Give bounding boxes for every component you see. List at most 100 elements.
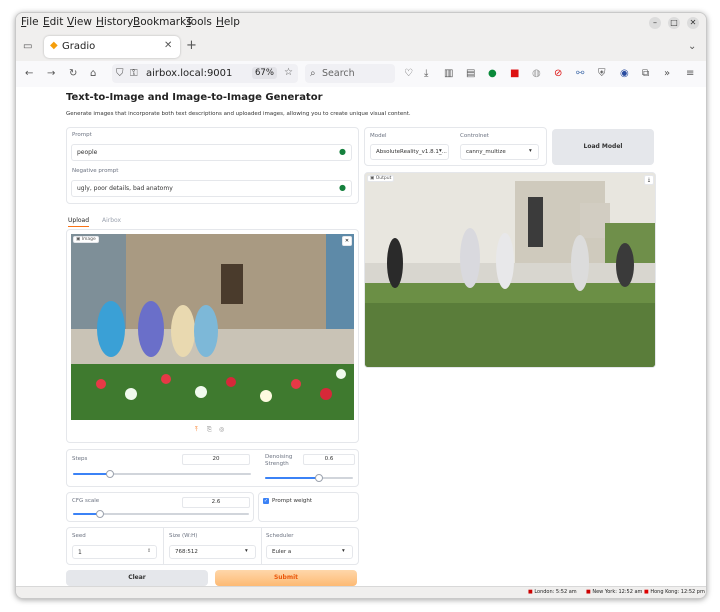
- webcam-icon[interactable]: ◎: [219, 426, 224, 433]
- firefox-view-icon[interactable]: ▭: [23, 41, 32, 53]
- seed-input[interactable]: 1 ⇕: [72, 545, 157, 559]
- tab-gradio[interactable]: ◆ Gradio ✕: [44, 36, 180, 58]
- hamburger-menu-icon[interactable]: ≡: [686, 68, 694, 80]
- grammarly-icon[interactable]: ●: [488, 68, 497, 80]
- image-icon: ▣: [76, 237, 81, 242]
- overflow-chevron-icon[interactable]: »: [664, 68, 670, 80]
- sidebar-icon[interactable]: ▤: [466, 68, 475, 80]
- output-label: Output: [375, 176, 392, 181]
- grammarly-badge-icon[interactable]: ●: [339, 147, 346, 156]
- upload-icon[interactable]: ⤒: [195, 426, 198, 434]
- library-icon[interactable]: ▥: [444, 68, 453, 80]
- menu-file[interactable]: File: [21, 16, 39, 28]
- controlnet-value: canny_multize: [466, 149, 506, 155]
- close-window-icon[interactable]: ✕: [687, 17, 699, 29]
- grammarly-badge-icon[interactable]: ●: [339, 183, 346, 192]
- tab-upload[interactable]: Upload: [68, 217, 90, 227]
- tab-airbox[interactable]: Airbox: [102, 217, 121, 224]
- maximize-icon[interactable]: □: [668, 17, 680, 29]
- chevron-down-icon: ▾: [245, 548, 248, 554]
- shield-icon[interactable]: ⛉: [116, 68, 124, 80]
- clock-hongkong-text: Hong Kong: 12:52 pm: [650, 589, 705, 595]
- tab-bar: ▭ ◆ Gradio ✕ + ⌄: [16, 33, 706, 61]
- clear-button[interactable]: Clear: [66, 570, 208, 586]
- scheduler-label: Scheduler: [266, 533, 294, 539]
- image-icon: ▣: [370, 176, 375, 181]
- cfg-slider[interactable]: [73, 510, 249, 518]
- prompt-input[interactable]: people ●: [71, 144, 352, 161]
- flag-us-icon: ■: [586, 589, 591, 595]
- downloads-icon[interactable]: ⤓: [424, 68, 428, 80]
- home-icon[interactable]: ⌂: [90, 68, 96, 80]
- seed-value: 1: [78, 549, 82, 556]
- link-icon[interactable]: ⚯: [576, 68, 584, 80]
- denoising-slider[interactable]: [265, 474, 353, 482]
- close-tab-icon[interactable]: ✕: [164, 40, 172, 51]
- reload-icon[interactable]: ↻: [69, 68, 77, 80]
- cfg-slider-handle[interactable]: [96, 510, 105, 518]
- sliders-panel: Steps 20 Denoising Strength 0.6: [66, 449, 359, 487]
- url-bar[interactable]: ⛉ ⚿ airbox.local:9001 67% ☆: [112, 64, 298, 83]
- url-text[interactable]: airbox.local:9001: [146, 68, 232, 79]
- prompt-weight-checkbox[interactable]: ✓: [263, 498, 269, 504]
- uploaded-image[interactable]: [71, 234, 354, 420]
- clipboard-icon[interactable]: ⎘: [207, 426, 212, 434]
- menu-tools[interactable]: Tools: [186, 16, 212, 28]
- bookmark-star-icon[interactable]: ☆: [284, 67, 293, 79]
- spinner-icon[interactable]: ⇕: [147, 548, 151, 554]
- nav-bar: ← → ↻ ⌂ ⛉ ⚿ airbox.local:9001 67% ☆ ⌕ Se…: [16, 61, 706, 88]
- list-tabs-icon[interactable]: ⌄: [688, 41, 696, 53]
- controlnet-select[interactable]: canny_multize ▾: [460, 144, 539, 160]
- steps-slider[interactable]: [73, 470, 251, 478]
- submit-button[interactable]: Submit: [215, 570, 357, 586]
- model-panel: Model AbsoluteReality_v1.8.1_... ▾ Contr…: [364, 127, 547, 166]
- menu-edit[interactable]: Edit: [43, 16, 63, 28]
- seed-size-scheduler-panel: Seed 1 ⇕ Size (W:H) 768:512 ▾ Scheduler …: [66, 527, 359, 565]
- zoom-badge[interactable]: 67%: [252, 67, 277, 79]
- chevron-down-icon: ▾: [529, 148, 532, 154]
- search-box[interactable]: ⌕ Search: [305, 64, 395, 83]
- scheduler-value: Euler a: [272, 549, 292, 555]
- cfg-label: CFG scale: [72, 498, 100, 504]
- denoising-label: Denoising: [265, 454, 293, 460]
- prompt-panel: Prompt people ● Negative prompt ugly, po…: [66, 127, 359, 204]
- download-icon[interactable]: ⤓: [644, 175, 654, 185]
- clock-newyork-text: New York: 12:52 am: [592, 589, 643, 595]
- extension-red-icon[interactable]: ■: [510, 68, 519, 80]
- page-content: Text-to-Image and Image-to-Image Generat…: [16, 87, 706, 586]
- scheduler-select[interactable]: Euler a ▾: [266, 545, 353, 559]
- menu-bookmarks[interactable]: Bookmarks: [133, 16, 192, 28]
- menu-view[interactable]: View: [67, 16, 92, 28]
- divider: [261, 528, 262, 564]
- pocket-icon[interactable]: ♡: [404, 68, 413, 80]
- steps-label: Steps: [72, 456, 88, 462]
- steps-number-input[interactable]: 20: [182, 454, 250, 465]
- extensions-puzzle-icon[interactable]: ⧉: [642, 68, 649, 80]
- search-icon: ⌕: [310, 68, 316, 79]
- vpn-icon[interactable]: ◉: [620, 68, 629, 80]
- steps-slider-handle[interactable]: [105, 470, 114, 478]
- menu-history[interactable]: History: [96, 16, 133, 28]
- cfg-number-input[interactable]: 2.6: [182, 497, 250, 508]
- prompt-label: Prompt: [72, 132, 92, 138]
- browser-window: File Edit View History Bookmarks Tools H…: [15, 12, 707, 599]
- close-image-icon[interactable]: ✕: [342, 236, 352, 246]
- model-select[interactable]: AbsoluteReality_v1.8.1_... ▾: [370, 144, 449, 160]
- back-icon[interactable]: ←: [25, 68, 33, 80]
- denoising-slider-fill: [265, 477, 318, 479]
- extension-globe-icon[interactable]: ◍: [532, 68, 541, 80]
- clock-hongkong: ■ Hong Kong: 12:52 pm: [644, 589, 705, 595]
- new-tab-icon[interactable]: +: [186, 39, 197, 52]
- forward-icon[interactable]: →: [47, 68, 55, 80]
- denoising-number-input[interactable]: 0.6: [303, 454, 355, 465]
- denoising-slider-handle[interactable]: [314, 474, 323, 482]
- menu-help[interactable]: Help: [216, 16, 240, 28]
- block-icon[interactable]: ⊘: [554, 68, 562, 80]
- load-model-button[interactable]: Load Model: [552, 129, 654, 165]
- divider: [163, 528, 164, 564]
- privacy-shield-icon[interactable]: ⛨: [598, 68, 606, 80]
- size-select[interactable]: 768:512 ▾: [169, 545, 256, 559]
- lock-icon: ⚿: [130, 68, 138, 79]
- negative-prompt-input[interactable]: ugly, poor details, bad anatomy ●: [71, 180, 352, 197]
- minimize-icon[interactable]: –: [649, 17, 661, 29]
